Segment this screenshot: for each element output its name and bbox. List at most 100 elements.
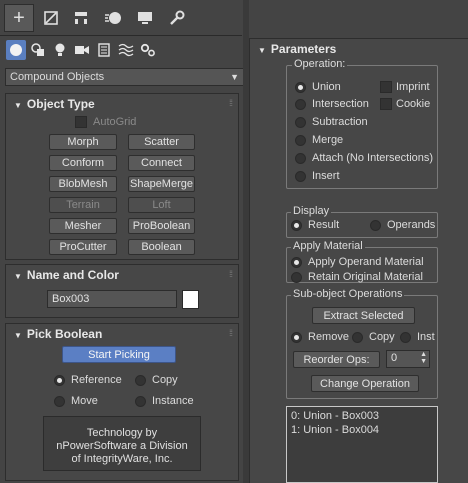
display-label: Display — [291, 205, 332, 217]
autogrid-label: AutoGrid — [93, 116, 137, 128]
imprint-checkbox[interactable]: Imprint — [380, 81, 430, 93]
remove-radio[interactable]: Remove — [291, 331, 349, 343]
drag-grip-icon[interactable]: ⁞⁞ — [229, 328, 233, 338]
object-name-input[interactable]: Box003 — [47, 290, 177, 308]
instance-radio[interactable]: Instance — [135, 395, 194, 407]
radio-icon — [295, 98, 306, 110]
terrain-button[interactable]: Terrain — [49, 197, 117, 213]
display-tab[interactable] — [130, 4, 160, 32]
list-item[interactable]: 1: Union - Box004 — [291, 423, 433, 437]
pick-boolean-header[interactable]: ▼ Pick Boolean — [6, 324, 238, 344]
union-label: Union — [312, 81, 341, 93]
conform-button[interactable]: Conform — [49, 155, 117, 171]
geometry-subtab[interactable] — [6, 40, 26, 60]
proboolean-button[interactable]: ProBoolean — [128, 218, 195, 234]
inst-label: Inst — [417, 331, 435, 343]
radio-icon — [400, 331, 411, 343]
procutter-button[interactable]: ProCutter — [49, 239, 117, 255]
insert-radio[interactable]: Insert — [295, 170, 340, 182]
credit-line-1: Technology by — [86, 427, 158, 439]
autogrid-checkbox[interactable]: AutoGrid — [75, 116, 136, 128]
attach-radio[interactable]: Attach (No Intersections) — [295, 152, 433, 164]
apply-material-label: Apply Material — [291, 240, 365, 252]
parameters-header[interactable]: ▼ Parameters — [250, 39, 468, 59]
blobmesh-button[interactable]: BlobMesh — [49, 176, 117, 192]
spacewarps-subtab[interactable] — [116, 40, 136, 60]
cookie-label: Cookie — [396, 98, 431, 110]
imprint-label: Imprint — [396, 81, 430, 93]
radio-icon — [54, 395, 65, 407]
start-picking-button[interactable]: Start Picking — [62, 346, 176, 363]
radio-icon — [295, 170, 306, 182]
scatter-button[interactable]: Scatter — [128, 134, 195, 150]
modify-icon — [44, 11, 58, 25]
radio-icon — [295, 152, 306, 164]
modify-tab[interactable] — [36, 4, 66, 32]
retain-original-material-radio[interactable]: Retain Original Material — [291, 271, 423, 283]
name-color-header[interactable]: ▼ Name and Color — [6, 265, 238, 285]
shapemerge-button[interactable]: ShapeMerge — [128, 176, 195, 192]
radio-icon — [295, 134, 306, 146]
boolean-button[interactable]: Boolean — [128, 239, 195, 255]
copy-label: Copy — [152, 374, 178, 386]
operands-radio[interactable]: Operands — [370, 219, 435, 231]
connect-button[interactable]: Connect — [128, 155, 195, 171]
wave-icon — [118, 43, 134, 57]
collapse-triangle-icon: ▼ — [258, 46, 266, 55]
radio-icon — [291, 271, 302, 283]
merge-label: Merge — [312, 134, 344, 146]
systems-subtab[interactable] — [138, 40, 158, 60]
copy-radio-subobject[interactable]: Copy — [352, 331, 395, 343]
insert-label: Insert — [312, 170, 340, 182]
remove-label: Remove — [308, 331, 349, 343]
tape-measure-icon — [98, 43, 110, 57]
morph-button[interactable]: Morph — [49, 134, 117, 150]
operands-label: Operands — [387, 219, 436, 231]
object-color-swatch[interactable] — [182, 290, 199, 309]
cookie-checkbox[interactable]: Cookie — [380, 98, 430, 110]
reorder-ops-spinner[interactable]: 0 ▲ ▼ — [386, 350, 430, 368]
sphere-icon — [10, 44, 22, 56]
object-type-header[interactable]: ▼ Object Type — [6, 94, 238, 114]
category-dropdown-value: Compound Objects — [10, 71, 105, 83]
collapse-triangle-icon: ▼ — [14, 272, 22, 281]
radio-selected-icon — [291, 331, 302, 343]
apply-operand-material-radio[interactable]: Apply Operand Material — [291, 256, 424, 268]
credits-box: Technology by nPowerSoftware a Division … — [43, 416, 201, 471]
motion-tab[interactable] — [98, 4, 128, 32]
intersection-label: Intersection — [312, 98, 369, 110]
lights-subtab[interactable] — [50, 40, 70, 60]
change-operation-button[interactable]: Change Operation — [311, 375, 419, 392]
merge-radio[interactable]: Merge — [295, 134, 343, 146]
shapes-subtab[interactable] — [28, 40, 48, 60]
utilities-tab[interactable] — [162, 4, 192, 32]
mesher-button[interactable]: Mesher — [49, 218, 117, 234]
reference-radio[interactable]: Reference — [54, 374, 122, 386]
create-tab[interactable]: + — [4, 4, 34, 32]
instance-radio-subobject[interactable]: Inst — [400, 331, 437, 343]
hierarchy-tab[interactable] — [66, 4, 96, 32]
subtraction-radio[interactable]: Subtraction — [295, 116, 368, 128]
extract-selected-button[interactable]: Extract Selected — [312, 307, 415, 324]
list-item[interactable]: 0: Union - Box003 — [291, 409, 433, 423]
move-radio[interactable]: Move — [54, 395, 98, 407]
subobject-operations-label: Sub-object Operations — [291, 288, 405, 300]
motion-icon — [105, 12, 121, 24]
helpers-subtab[interactable] — [94, 40, 114, 60]
retain-original-material-label: Retain Original Material — [308, 271, 423, 283]
operands-list[interactable]: 0: Union - Box003 1: Union - Box004 — [286, 406, 438, 483]
drag-grip-icon[interactable]: ⁞⁞ — [229, 98, 233, 108]
drag-grip-icon[interactable]: ⁞⁞ — [229, 269, 233, 279]
loft-button[interactable]: Loft — [128, 197, 195, 213]
attach-label: Attach (No Intersections) — [312, 152, 434, 164]
copy-radio[interactable]: Copy — [135, 374, 178, 386]
reorder-ops-button[interactable]: Reorder Ops: — [293, 351, 380, 368]
union-radio[interactable]: Union — [295, 81, 341, 93]
intersection-radio[interactable]: Intersection — [295, 98, 369, 110]
category-dropdown[interactable]: Compound Objects ▼ — [5, 68, 245, 86]
result-radio[interactable]: Result — [291, 219, 339, 231]
plus-icon: + — [13, 7, 25, 29]
cameras-subtab[interactable] — [72, 40, 92, 60]
spinner-arrows-icon[interactable]: ▲ ▼ — [420, 351, 427, 365]
object-name-value: Box003 — [52, 293, 90, 305]
